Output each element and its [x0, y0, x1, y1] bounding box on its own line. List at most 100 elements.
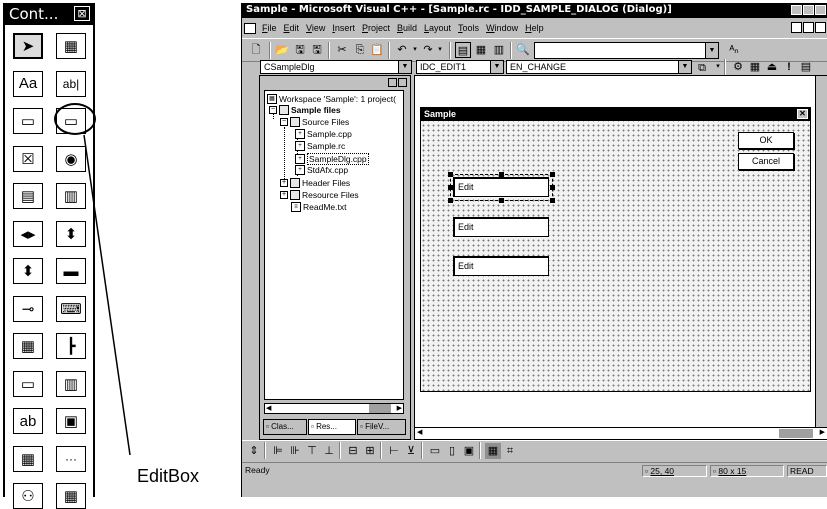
go-icon[interactable]: ▤	[798, 59, 814, 75]
tool-static-text[interactable]: Aa	[13, 70, 43, 97]
menu-item-view[interactable]: View	[306, 23, 325, 33]
resource-files-folder[interactable]: + Resource Files	[280, 190, 359, 200]
expand-icon[interactable]: +	[280, 191, 288, 199]
close-icon[interactable]	[815, 5, 826, 15]
paste-icon[interactable]: 📋	[369, 42, 385, 58]
edit-control[interactable]: Edit	[453, 256, 549, 276]
mdi-restore-icon[interactable]	[803, 22, 814, 33]
panel-close-icon[interactable]	[398, 78, 407, 87]
output-icon[interactable]: ▦	[473, 42, 489, 58]
resize-handle[interactable]	[550, 198, 555, 203]
execute-icon[interactable]: !	[781, 59, 797, 75]
chevron-down-icon[interactable]: ▼	[490, 61, 503, 73]
id-combo[interactable]: IDC_EDIT1 ▼	[416, 60, 504, 74]
tool-animate[interactable]: ▥	[56, 370, 86, 397]
collapse-icon[interactable]: −	[280, 118, 288, 126]
find-icon[interactable]: ᴬₙ	[726, 42, 742, 58]
mdi-minimize-icon[interactable]	[791, 22, 802, 33]
cancel-button[interactable]: Cancel	[738, 153, 794, 170]
menu-item-file[interactable]: File	[262, 23, 277, 33]
minimize-icon[interactable]	[791, 5, 802, 15]
scroll-right-icon[interactable]: ▶	[820, 428, 825, 436]
scroll-thumb[interactable]	[779, 429, 813, 438]
chevron-down-icon[interactable]: ▼	[705, 43, 718, 58]
space-down-icon[interactable]: ⊻	[403, 443, 419, 459]
dialog-title-bar[interactable]: Sample ✕	[421, 108, 810, 121]
menu-item-tools[interactable]: Tools	[458, 23, 479, 33]
scroll-thumb[interactable]	[369, 404, 391, 413]
tool-tab-control[interactable]: ▭	[13, 370, 43, 397]
editor-vertical-scrollbar[interactable]	[815, 76, 827, 427]
tool-custom-control[interactable]: ⚇	[13, 483, 43, 509]
window-title-bar[interactable]: Sample - Microsoft Visual C++ - [Sample.…	[242, 3, 827, 18]
space-across-icon[interactable]: ⊢	[386, 443, 402, 459]
tab-fileview[interactable]: ▫ FileV...	[357, 419, 406, 435]
cut-icon[interactable]: ✂	[334, 42, 350, 58]
tool-extended-combo[interactable]: ▦	[56, 483, 86, 509]
collapse-icon[interactable]: −	[269, 106, 277, 114]
tool-vertical-scroll[interactable]: ⬍	[56, 220, 86, 247]
test-dialog-icon[interactable]: ⇕	[246, 443, 262, 459]
tool-list-control[interactable]: ▦	[13, 333, 43, 359]
panel-restore-icon[interactable]	[388, 78, 397, 87]
resize-handle[interactable]	[448, 198, 453, 203]
menu-item-project[interactable]: Project	[362, 23, 390, 33]
tree-horizontal-scrollbar[interactable]: ◀ ▶	[264, 403, 404, 414]
align-top-icon[interactable]: ⊤	[304, 443, 320, 459]
save-all-icon[interactable]: 🖫	[309, 42, 325, 58]
stop-build-icon[interactable]: ⏏	[764, 59, 780, 75]
chevron-down-icon[interactable]: ▼	[678, 61, 691, 73]
new-file-icon[interactable]: 🗋	[248, 42, 264, 58]
maximize-icon[interactable]	[803, 5, 814, 15]
find-combo[interactable]: ▼	[534, 42, 719, 59]
workspace-icon[interactable]: ▤	[455, 42, 471, 58]
source-files-folder[interactable]: − Source Files	[280, 117, 349, 127]
expand-icon[interactable]: +	[280, 179, 288, 187]
make-same-height-icon[interactable]: ▯	[444, 443, 460, 459]
edit-control[interactable]: Edit	[453, 217, 549, 237]
tool-date-time[interactable]: ▣	[56, 408, 86, 434]
tool-tree-control[interactable]: ┣	[56, 333, 86, 359]
make-same-size-icon[interactable]: ▣	[461, 443, 477, 459]
project-node[interactable]: − Sample files	[269, 105, 341, 115]
close-icon[interactable]: ✕	[797, 109, 808, 119]
save-icon[interactable]: 🖫	[292, 42, 308, 58]
tab-classview[interactable]: ▫ Clas...	[263, 419, 307, 435]
toggle-guides-icon[interactable]: ⌗	[502, 443, 518, 459]
center-vertical-icon[interactable]: ⊟	[345, 443, 361, 459]
header-files-folder[interactable]: + Header Files	[280, 178, 350, 188]
tool-ip-address[interactable]: ···	[56, 445, 86, 472]
wizard-action-icon[interactable]: ⧉	[694, 60, 710, 76]
ok-button[interactable]: OK	[738, 132, 794, 149]
tool-combo-box[interactable]: ▤	[13, 183, 43, 209]
tool-list-box[interactable]: ▥	[56, 183, 86, 209]
resize-handle[interactable]	[550, 185, 555, 190]
tool-progress[interactable]: ▬	[56, 258, 86, 284]
resize-handle[interactable]	[499, 198, 504, 203]
redo-dropdown-icon[interactable]: ▾	[432, 42, 448, 58]
scroll-right-icon[interactable]: ▶	[397, 404, 402, 412]
tool-hotkey[interactable]: ⌨	[56, 295, 86, 322]
menu-item-help[interactable]: Help	[525, 23, 544, 33]
scroll-left-icon[interactable]: ◀	[266, 404, 271, 412]
message-combo[interactable]: EN_CHANGE ▼	[506, 60, 692, 74]
menu-item-build[interactable]: Build	[397, 23, 417, 33]
make-same-width-icon[interactable]: ▭	[427, 443, 443, 459]
tool-rich-edit[interactable]: ab	[13, 408, 43, 434]
menu-item-insert[interactable]: Insert	[332, 23, 355, 33]
file-item[interactable]: + Sample.rc	[295, 141, 345, 151]
tab-resourceview[interactable]: ▫ Res...	[308, 419, 356, 435]
class-combo[interactable]: CSampleDlg ▼	[260, 60, 412, 74]
editor-horizontal-scrollbar[interactable]: ◀ ▶	[415, 427, 827, 439]
file-item[interactable]: + StdAfx.cpp	[295, 165, 348, 175]
sample-dialog[interactable]: Sample ✕ OK Cancel Edit Edit Edit	[420, 107, 811, 392]
tool-radio-button[interactable]: ◉	[56, 145, 86, 172]
document-icon[interactable]	[244, 22, 256, 34]
menu-item-window[interactable]: Window	[486, 23, 518, 33]
tool-slider[interactable]: ⊸	[13, 295, 43, 322]
resize-handle[interactable]	[448, 185, 453, 190]
tool-edit-text[interactable]: ab|	[56, 70, 86, 97]
open-icon[interactable]: 📂	[274, 42, 290, 58]
file-item[interactable]: ≡ ReadMe.txt	[291, 202, 346, 212]
edit-control[interactable]: Edit	[453, 177, 549, 197]
